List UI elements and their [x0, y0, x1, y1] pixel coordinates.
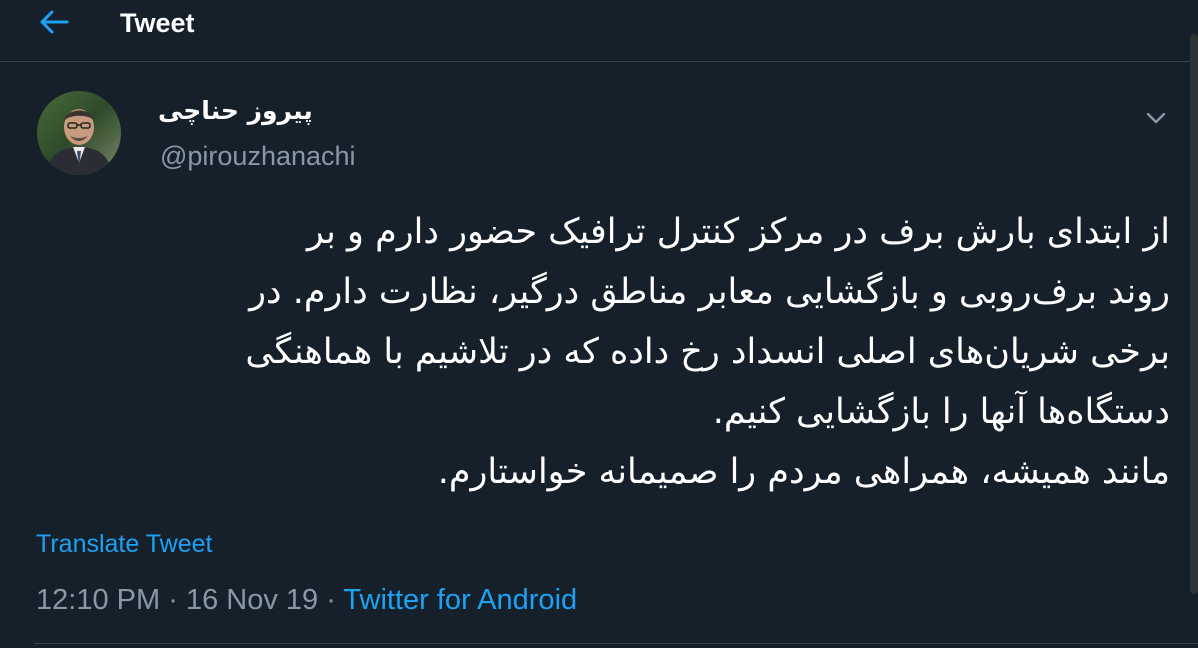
tweet-text-line: روند برف‌روبی و بازگشایی معابر مناطق درگ…	[249, 272, 1170, 312]
back-button[interactable]	[34, 6, 74, 42]
translate-tweet-link[interactable]: Translate Tweet	[36, 528, 212, 560]
tweet-metadata: 12:10 PM · 16 Nov 19 · Twitter for Andro…	[36, 582, 577, 618]
author-name[interactable]: پیروز حناچی	[158, 92, 313, 130]
arrow-left-icon	[39, 9, 69, 39]
more-options-button[interactable]	[1140, 104, 1172, 132]
page-title: Tweet	[120, 8, 195, 38]
author-handle[interactable]: @pirouzhanachi	[160, 139, 356, 173]
separator-dot: ·	[168, 584, 178, 616]
tweet-text-line: دستگاه‌ها آنها را بازگشایی کنیم.	[712, 392, 1170, 432]
tweet-time: 12:10 PM	[36, 584, 161, 616]
tweet-date: 16 Nov 19	[185, 584, 319, 616]
avatar[interactable]	[37, 91, 121, 175]
tweet-text-line: مانند همیشه، همراهی مردم را صمیمانه خواس…	[437, 452, 1170, 492]
top-bar: Tweet	[0, 0, 1198, 62]
chevron-down-icon	[1146, 109, 1166, 128]
separator-dot: ·	[326, 584, 336, 616]
scrollbar[interactable]	[1190, 34, 1198, 594]
tweet-text: از ابتدای بارش برف در مرکز کنترل ترافیک …	[30, 202, 1170, 502]
tweet-text-line: از ابتدای بارش برف در مرکز کنترل ترافیک …	[306, 212, 1170, 252]
tweet-text-line: برخی شریان‌های اصلی انسداد رخ داده که در…	[245, 332, 1170, 372]
divider	[34, 643, 1198, 644]
tweet-source-link[interactable]: Twitter for Android	[343, 584, 577, 616]
